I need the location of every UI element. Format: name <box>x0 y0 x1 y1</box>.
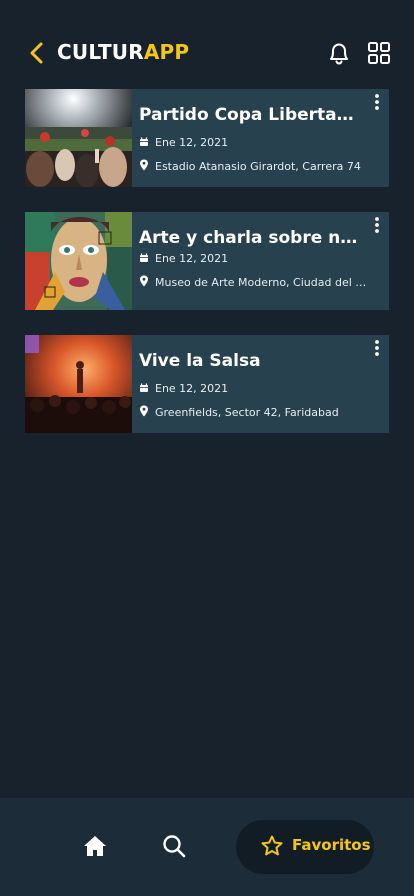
event-card[interactable]: Vive la Salsa Ene 12, 2021 Greenfields, … <box>25 335 389 433</box>
more-options-icon[interactable] <box>373 93 381 111</box>
favorites-tab[interactable]: Favoritos <box>236 820 374 874</box>
app-header: CULTURAPP <box>0 0 414 100</box>
event-date: Ene 12, 2021 <box>139 382 369 395</box>
event-title: Vive la Salsa <box>139 351 261 371</box>
bell-icon[interactable] <box>326 40 352 66</box>
map-pin-icon <box>140 159 148 171</box>
event-location: Greenfields, Sector 42, Faridabad <box>139 405 369 419</box>
event-location-text: Greenfields, Sector 42, Faridabad <box>155 406 339 419</box>
event-date-text: Ene 12, 2021 <box>155 136 229 149</box>
more-options-icon[interactable] <box>373 339 381 357</box>
event-card[interactable]: Arte y charla sobre nuevas... Ene 12, 20… <box>25 212 389 310</box>
event-title: Partido Copa Libertadores <box>139 105 364 125</box>
logo-text-primary: CULTUR <box>57 40 144 64</box>
event-thumbnail-concert <box>25 335 132 433</box>
more-options-icon[interactable] <box>373 216 381 234</box>
event-date: Ene 12, 2021 <box>139 252 369 265</box>
event-location: Museo de Arte Moderno, Ciudad del Rio... <box>139 275 369 289</box>
calendar-icon <box>140 137 148 146</box>
logo-text-accent: APP <box>143 40 190 64</box>
search-icon[interactable] <box>161 833 187 859</box>
favorites-tab-label: Favoritos <box>292 836 371 854</box>
map-pin-icon <box>140 405 148 417</box>
event-date-text: Ene 12, 2021 <box>155 252 229 265</box>
bottom-nav: Favoritos <box>0 798 414 896</box>
map-pin-icon <box>140 275 148 287</box>
event-date: Ene 12, 2021 <box>139 136 369 149</box>
grid-icon[interactable] <box>367 41 391 65</box>
event-location: Estadio Atanasio Girardot, Carrera 74 <box>139 159 369 173</box>
calendar-icon <box>140 253 148 262</box>
home-icon[interactable] <box>82 834 108 858</box>
event-thumbnail-mural <box>25 212 132 310</box>
event-card[interactable]: Partido Copa Libertadores Ene 12, 2021 E… <box>25 89 389 187</box>
calendar-icon <box>140 383 148 392</box>
event-date-text: Ene 12, 2021 <box>155 382 229 395</box>
event-location-text: Estadio Atanasio Girardot, Carrera 74 <box>155 160 361 173</box>
event-location-text: Museo de Arte Moderno, Ciudad del Rio... <box>155 276 369 289</box>
event-thumbnail-stadium <box>25 89 132 187</box>
star-icon <box>261 835 283 856</box>
app-logo: CULTURAPP <box>57 40 189 64</box>
event-title: Arte y charla sobre nuevas... <box>139 228 364 248</box>
back-icon[interactable] <box>26 40 48 66</box>
